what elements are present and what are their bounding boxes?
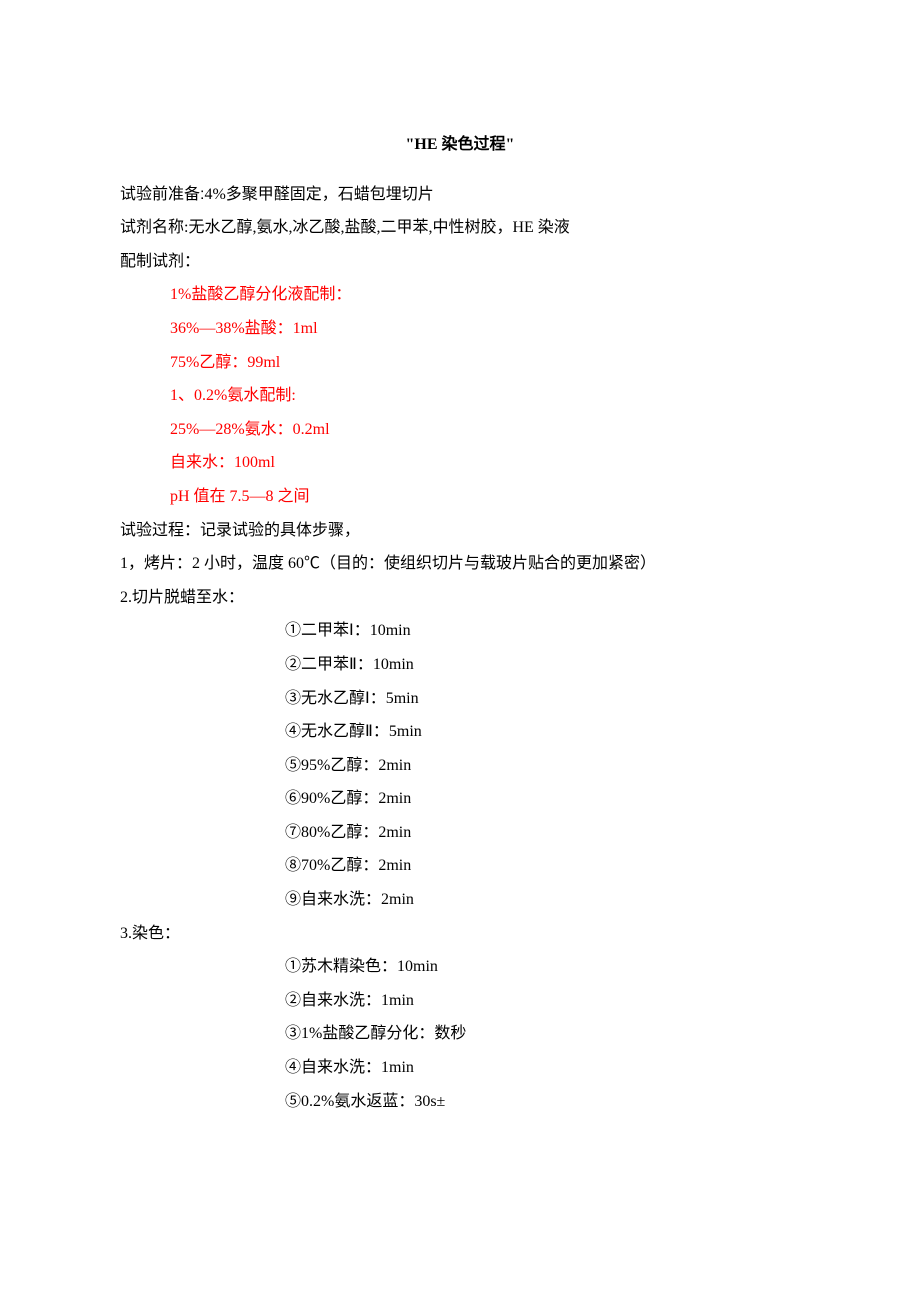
reagent-red-line: pH 值在 7.5—8 之间 <box>120 480 800 514</box>
reagent-red-line: 1%盐酸乙醇分化液配制： <box>120 278 800 312</box>
document-page: "HE 染色过程" 试验前准备:4%多聚甲醛固定，石蜡包埋切片 试剂名称:无水乙… <box>0 0 920 1178</box>
step-1: 1，烤片：2 小时，温度 60℃（目的：使组织切片与载玻片贴合的更加紧密） <box>120 547 800 581</box>
reagent-red-line: 25%—28%氨水：0.2ml <box>120 413 800 447</box>
step-2-item: ②二甲苯Ⅱ：10min <box>120 648 800 682</box>
reagent-red-line: 1、0.2%氨水配制: <box>120 379 800 413</box>
step-2-item: ⑥90%乙醇：2min <box>120 782 800 816</box>
preparation-line: 试验前准备:4%多聚甲醛固定，石蜡包埋切片 <box>120 178 800 212</box>
step-3-item: ①苏木精染色：10min <box>120 950 800 984</box>
reagent-names: 试剂名称:无水乙醇,氨水,冰乙酸,盐酸,二甲苯,中性树胶，HE 染液 <box>120 211 800 245</box>
step-2-label: 2.切片脱蜡至水： <box>120 581 800 615</box>
step-3-item: ⑤0.2%氨水返蓝：30s± <box>120 1085 800 1119</box>
reagent-red-line: 36%—38%盐酸：1ml <box>120 312 800 346</box>
document-title: "HE 染色过程" <box>120 128 800 162</box>
reagent-prep-label: 配制试剂： <box>120 245 800 279</box>
step-2-item: ⑨自来水洗：2min <box>120 883 800 917</box>
process-label: 试验过程：记录试验的具体步骤， <box>120 514 800 548</box>
step-2-item: ③无水乙醇Ⅰ：5min <box>120 682 800 716</box>
step-3-item: ③1%盐酸乙醇分化：数秒 <box>120 1017 800 1051</box>
preparation-text: 4%多聚甲醛固定，石蜡包埋切片 <box>204 186 433 203</box>
step-2-item: ⑦80%乙醇：2min <box>120 816 800 850</box>
step-3-label: 3.染色： <box>120 917 800 951</box>
step-2-item: ⑧70%乙醇：2min <box>120 849 800 883</box>
step-2-item: ⑤95%乙醇：2min <box>120 749 800 783</box>
reagent-red-line: 75%乙醇：99ml <box>120 346 800 380</box>
step-2-item: ①二甲苯Ⅰ：10min <box>120 614 800 648</box>
step-2-item: ④无水乙醇Ⅱ：5min <box>120 715 800 749</box>
step-3-item: ④自来水洗：1min <box>120 1051 800 1085</box>
preparation-label: 试验前准备: <box>120 186 204 203</box>
reagent-red-line: 自来水：100ml <box>120 446 800 480</box>
step-3-item: ②自来水洗：1min <box>120 984 800 1018</box>
